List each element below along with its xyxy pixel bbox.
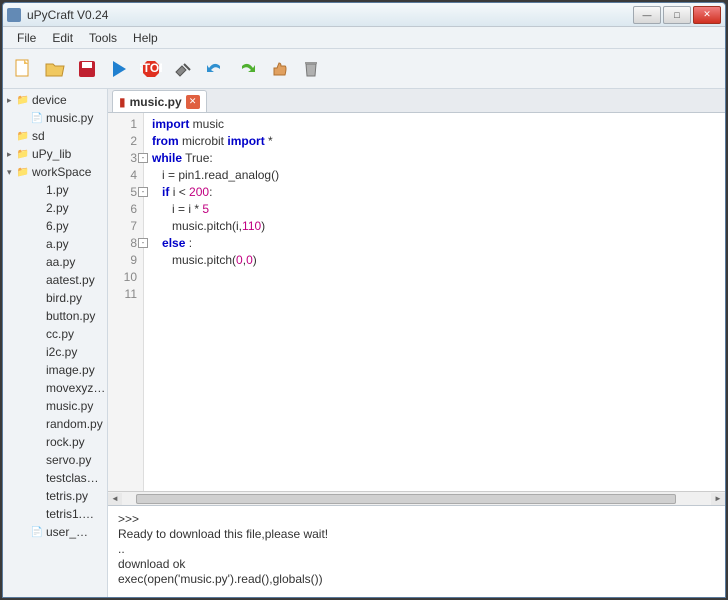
run-button[interactable] — [105, 55, 133, 83]
tab-file-icon: ▮ — [119, 95, 126, 109]
delete-button[interactable] — [297, 55, 325, 83]
tree-item[interactable]: movexyz… — [3, 379, 107, 397]
tree-item[interactable]: random.py — [3, 415, 107, 433]
stop-button[interactable]: STOP — [137, 55, 165, 83]
close-button[interactable]: ✕ — [693, 6, 721, 24]
tree-item[interactable]: image.py — [3, 361, 107, 379]
undo-button[interactable] — [201, 55, 229, 83]
scroll-left-icon[interactable]: ◄ — [108, 493, 122, 505]
menu-tools[interactable]: Tools — [81, 29, 125, 47]
tree-item[interactable]: music.py — [3, 397, 107, 415]
app-icon — [7, 8, 21, 22]
editor-tab[interactable]: ▮ music.py ✕ — [112, 90, 207, 112]
scroll-right-icon[interactable]: ► — [711, 493, 725, 505]
tree-item[interactable]: 📄music.py — [3, 109, 107, 127]
tree-item[interactable]: servo.py — [3, 451, 107, 469]
tree-item[interactable]: button.py — [3, 307, 107, 325]
tree-item[interactable]: bird.py — [3, 289, 107, 307]
code-body[interactable]: import musicfrom microbit import *-while… — [144, 113, 725, 491]
editor-area: ▮ music.py ✕ 1234567891011 import musicf… — [108, 89, 725, 597]
file-tree[interactable]: ▸📁device📄music.py📁sd▸📁uPy_lib▾📁workSpace… — [3, 89, 108, 597]
console-output[interactable]: >>>Ready to download this file,please wa… — [108, 505, 725, 597]
toolbar: STOP — [3, 49, 725, 89]
titlebar[interactable]: uPyCraft V0.24 — □ ✕ — [3, 3, 725, 27]
code-editor[interactable]: 1234567891011 import musicfrom microbit … — [108, 113, 725, 491]
tree-item[interactable]: 1.py — [3, 181, 107, 199]
tree-item[interactable]: tetris.py — [3, 487, 107, 505]
tab-filename: music.py — [130, 95, 182, 109]
tree-item[interactable]: aa.py — [3, 253, 107, 271]
tree-item[interactable]: 2.py — [3, 199, 107, 217]
horizontal-scrollbar[interactable]: ◄ ► — [108, 491, 725, 505]
tab-bar: ▮ music.py ✕ — [108, 89, 725, 113]
tree-item[interactable]: 6.py — [3, 217, 107, 235]
tree-item[interactable]: ▸📁uPy_lib — [3, 145, 107, 163]
tree-item[interactable]: ▾📁workSpace — [3, 163, 107, 181]
tree-item[interactable]: tetris1.… — [3, 505, 107, 523]
tree-item[interactable]: i2c.py — [3, 343, 107, 361]
window-controls: — □ ✕ — [633, 6, 721, 24]
minimize-button[interactable]: — — [633, 6, 661, 24]
app-window: uPyCraft V0.24 — □ ✕ FileEditToolsHelp S… — [2, 2, 726, 598]
tree-item[interactable]: 📄user_… — [3, 523, 107, 541]
menu-edit[interactable]: Edit — [44, 29, 81, 47]
tree-item[interactable]: 📁sd — [3, 127, 107, 145]
open-file-button[interactable] — [41, 55, 69, 83]
tab-close-icon[interactable]: ✕ — [186, 95, 200, 109]
tree-item[interactable]: cc.py — [3, 325, 107, 343]
tree-item[interactable]: testclas… — [3, 469, 107, 487]
maximize-button[interactable]: □ — [663, 6, 691, 24]
menubar: FileEditToolsHelp — [3, 27, 725, 49]
tree-item[interactable]: ▸📁device — [3, 91, 107, 109]
menu-file[interactable]: File — [9, 29, 44, 47]
redo-button[interactable] — [233, 55, 261, 83]
window-title: uPyCraft V0.24 — [27, 8, 633, 22]
menu-help[interactable]: Help — [125, 29, 166, 47]
tree-item[interactable]: a.py — [3, 235, 107, 253]
svg-text:STOP: STOP — [140, 61, 162, 75]
tree-item[interactable]: rock.py — [3, 433, 107, 451]
line-gutter: 1234567891011 — [108, 113, 144, 491]
scroll-thumb[interactable] — [136, 494, 676, 504]
new-file-button[interactable] — [9, 55, 37, 83]
tree-item[interactable]: aatest.py — [3, 271, 107, 289]
save-file-button[interactable] — [73, 55, 101, 83]
disconnect-button[interactable] — [169, 55, 197, 83]
content-area: ▸📁device📄music.py📁sd▸📁uPy_lib▾📁workSpace… — [3, 89, 725, 597]
like-button[interactable] — [265, 55, 293, 83]
